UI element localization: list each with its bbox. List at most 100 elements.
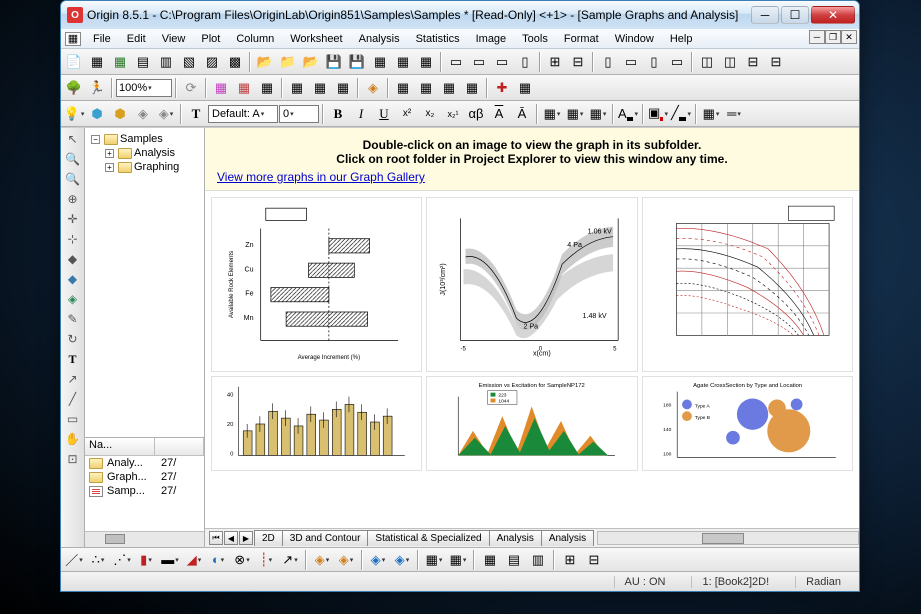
- refresh-button[interactable]: ⊞: [544, 51, 566, 73]
- zoom-rect-tool[interactable]: ⊡: [63, 450, 83, 468]
- tab-nav-prev[interactable]: ◀: [224, 531, 238, 545]
- text-tool-button[interactable]: T: [185, 103, 207, 125]
- new-function-button[interactable]: ▩: [224, 51, 246, 73]
- arrange-cascade-button[interactable]: ▭: [666, 51, 688, 73]
- duplicate-button[interactable]: ⊟: [567, 51, 589, 73]
- screen-reader-tool[interactable]: ⊕: [63, 190, 83, 208]
- thumb-bubble[interactable]: Agate CrossSection by Type and Location …: [642, 376, 853, 471]
- grid-button[interactable]: ▦: [564, 103, 586, 125]
- legend-button[interactable]: ◈: [362, 77, 384, 99]
- font-color-button[interactable]: A: [617, 103, 639, 125]
- polar-plot-button[interactable]: ⊗: [231, 549, 253, 571]
- rescale-button[interactable]: ▦: [392, 77, 414, 99]
- thumb-area-stacked[interactable]: Emission vs Excitation for SampleNP172 2…: [426, 376, 637, 471]
- filter-button[interactable]: ▦: [514, 77, 536, 99]
- menu-view[interactable]: View: [154, 31, 194, 47]
- new-matrix-button[interactable]: ▥: [155, 51, 177, 73]
- text-tool[interactable]: T: [63, 350, 83, 368]
- batch-plot-button[interactable]: ▤: [503, 549, 525, 571]
- mask-button[interactable]: ▦: [233, 77, 255, 99]
- add-row-button[interactable]: ▦: [309, 77, 331, 99]
- gallery-link[interactable]: View more graphs in our Graph Gallery: [217, 170, 425, 184]
- new-layout-button[interactable]: ▧: [178, 51, 200, 73]
- underline-button[interactable]: U: [373, 103, 395, 125]
- list-header[interactable]: Na...: [85, 438, 204, 456]
- supersub-button[interactable]: x₂¹: [442, 103, 464, 125]
- open-excel-button[interactable]: 📂: [300, 51, 322, 73]
- plot-setup-button[interactable]: ▦: [210, 77, 232, 99]
- menu-window[interactable]: Window: [607, 31, 662, 47]
- region-tool[interactable]: ◈: [63, 290, 83, 308]
- menu-edit[interactable]: Edit: [119, 31, 154, 47]
- menu-worksheet[interactable]: Worksheet: [282, 31, 350, 47]
- new-project-button[interactable]: 📄: [63, 51, 85, 73]
- thumb-bar-horizontal[interactable]: Zn Cu Fe Mn Average Increment (%) Availa…: [211, 197, 422, 372]
- mdi-minimize[interactable]: ─: [809, 30, 825, 44]
- system-menu-icon[interactable]: ▦: [65, 32, 81, 46]
- results-log-button[interactable]: 🏃: [86, 77, 108, 99]
- sheet-tab-statistical[interactable]: Statistical & Specialized: [367, 530, 489, 546]
- pan-tool[interactable]: ✋: [63, 430, 83, 448]
- data-cursor-tool[interactable]: ◆: [63, 250, 83, 268]
- new-graph-button[interactable]: ▤: [132, 51, 154, 73]
- menu-help[interactable]: Help: [662, 31, 701, 47]
- sheet-tab-3d[interactable]: 3D and Contour: [282, 530, 369, 546]
- superscript-button[interactable]: x²: [396, 103, 418, 125]
- tree-root[interactable]: − Samples: [87, 132, 202, 146]
- font-incr-button[interactable]: A: [488, 103, 510, 125]
- line-symbol-button[interactable]: ⋰: [111, 549, 133, 571]
- highlight-button[interactable]: ▦: [587, 103, 609, 125]
- system-template-button[interactable]: ▥: [527, 549, 549, 571]
- pattern-button[interactable]: ▦: [700, 103, 722, 125]
- bold-button[interactable]: B: [327, 103, 349, 125]
- pointer-tool[interactable]: ↖: [63, 130, 83, 148]
- zoom-combo[interactable]: 100%: [116, 79, 172, 97]
- open-template-button[interactable]: 📁: [277, 51, 299, 73]
- import-multi-button[interactable]: ▦: [392, 51, 414, 73]
- font-decr-button[interactable]: Ā: [511, 103, 533, 125]
- import-button[interactable]: ▦: [369, 51, 391, 73]
- font-size-combo[interactable]: 0: [279, 105, 319, 123]
- scatter-plot-button[interactable]: ∴: [87, 549, 109, 571]
- light-bulb-button[interactable]: 💡: [63, 103, 85, 125]
- zoom-in-tool[interactable]: 🔍: [63, 150, 83, 168]
- profile-plot-button[interactable]: ▦: [447, 549, 469, 571]
- mask-tool[interactable]: ◆: [63, 270, 83, 288]
- align-bottom-button[interactable]: ⊟: [765, 51, 787, 73]
- template-lib-button[interactable]: ▦: [479, 549, 501, 571]
- list-item[interactable]: Samp... 27/: [85, 484, 204, 498]
- expand-icon[interactable]: +: [105, 149, 114, 158]
- sheet-tab-2d[interactable]: 2D: [254, 530, 283, 546]
- menu-format[interactable]: Format: [556, 31, 607, 47]
- menu-file[interactable]: File: [85, 31, 119, 47]
- line-color-button[interactable]: ╱: [670, 103, 692, 125]
- contour-plot-button[interactable]: ◈: [391, 549, 413, 571]
- align-left-button[interactable]: ◫: [696, 51, 718, 73]
- layout-col-button[interactable]: ▯: [514, 51, 536, 73]
- thumb-line-band[interactable]: x(cm) 4 Pa 2 Pa 1.06 kV 1.48 kV J(10³/cm…: [426, 197, 637, 372]
- arrow-tool[interactable]: ↗: [63, 370, 83, 388]
- merge-button[interactable]: ▦: [461, 77, 483, 99]
- draw-data-tool[interactable]: ✎: [63, 310, 83, 328]
- table-button[interactable]: ▦: [541, 103, 563, 125]
- new-notes-button[interactable]: ▨: [201, 51, 223, 73]
- area-plot-button[interactable]: ◢: [183, 549, 205, 571]
- line-style-button[interactable]: ═: [723, 103, 745, 125]
- expand-icon[interactable]: +: [105, 163, 114, 172]
- maximize-button[interactable]: ☐: [781, 6, 809, 24]
- group-button[interactable]: ⊞: [559, 549, 581, 571]
- reimport-button[interactable]: ▦: [415, 51, 437, 73]
- mdi-close[interactable]: ✕: [841, 30, 857, 44]
- sheet-hscroll[interactable]: [597, 531, 859, 545]
- arrange-tile-button[interactable]: ▯: [597, 51, 619, 73]
- thumb-multicurve[interactable]: [642, 197, 853, 372]
- vector-plot-button[interactable]: ↗: [279, 549, 301, 571]
- menu-tools[interactable]: Tools: [514, 31, 556, 47]
- 3d-bar-button[interactable]: ◈: [311, 549, 333, 571]
- 3d-scatter-button[interactable]: ◈: [335, 549, 357, 571]
- image-plot-button[interactable]: ▦: [423, 549, 445, 571]
- col-name[interactable]: Na...: [85, 438, 155, 455]
- close-button[interactable]: ✕: [811, 6, 855, 24]
- collapse-icon[interactable]: −: [91, 135, 100, 144]
- tab-nav-first[interactable]: ⏮: [209, 531, 223, 545]
